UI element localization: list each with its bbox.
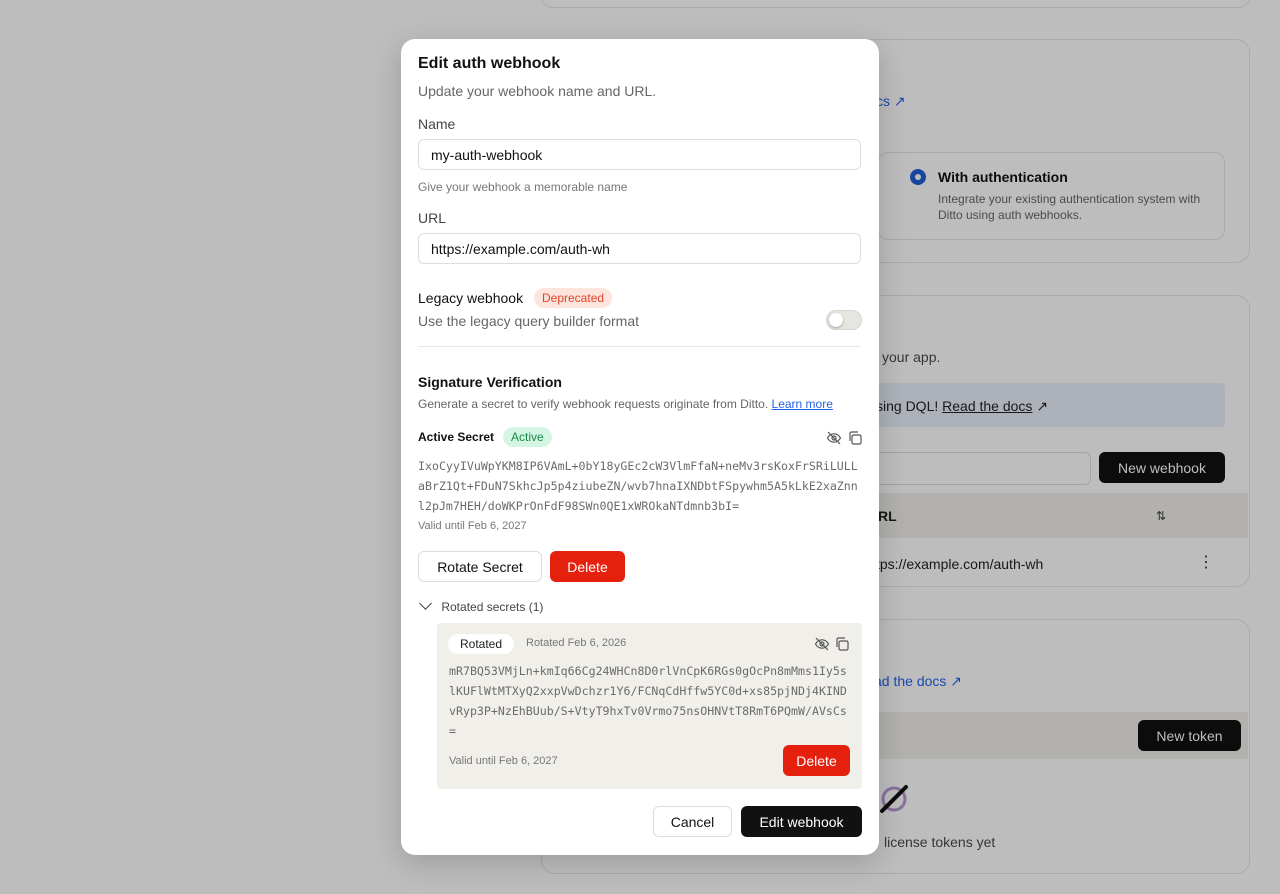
signature-desc-row: Generate a secret to verify webhook requ… bbox=[418, 397, 833, 411]
copy-icon[interactable] bbox=[847, 430, 863, 446]
delete-secret-button[interactable]: Delete bbox=[550, 551, 625, 582]
dialog-subtitle: Update your webhook name and URL. bbox=[418, 83, 657, 99]
rotated-secret-validity: Valid until Feb 6, 2027 bbox=[449, 755, 558, 767]
delete-rotated-secret-button[interactable]: Delete bbox=[783, 745, 850, 776]
active-badge: Active bbox=[503, 427, 552, 447]
active-secret-label: Active Secret bbox=[418, 430, 495, 444]
signature-description: Generate a secret to verify webhook requ… bbox=[418, 397, 769, 411]
edit-webhook-button[interactable]: Edit webhook bbox=[741, 806, 862, 837]
url-input[interactable] bbox=[418, 233, 861, 264]
name-label: Name bbox=[418, 116, 456, 132]
deprecated-badge: Deprecated bbox=[534, 288, 613, 308]
rotated-badge: Rotated bbox=[448, 634, 515, 654]
eye-off-icon[interactable] bbox=[814, 636, 830, 652]
dialog-title: Edit auth webhook bbox=[418, 55, 561, 72]
legacy-webhook-desc: Use the legacy query builder format bbox=[418, 313, 639, 329]
name-help-text: Give your webhook a memorable name bbox=[418, 180, 628, 194]
rotate-secret-button[interactable]: Rotate Secret bbox=[418, 551, 542, 582]
rotated-secrets-toggle[interactable]: Rotated secrets (1) bbox=[418, 597, 544, 614]
learn-more-link[interactable]: Learn more bbox=[772, 397, 833, 411]
rotated-secret-card: Rotated Rotated Feb 6, 2026 mR7BQ53VMjLn… bbox=[437, 623, 862, 789]
name-input[interactable] bbox=[418, 139, 861, 170]
legacy-webhook-toggle[interactable] bbox=[826, 310, 862, 330]
rotated-date: Rotated Feb 6, 2026 bbox=[526, 637, 627, 649]
url-label: URL bbox=[418, 210, 447, 226]
legacy-webhook-label: Legacy webhook bbox=[418, 290, 524, 306]
chevron-down-icon bbox=[419, 597, 432, 610]
rotated-secret-value: mR7BQ53VMjLn+kmIq66Cg24WHCn8D0rlVnCpK6RG… bbox=[449, 664, 847, 738]
signature-title: Signature Verification bbox=[418, 374, 562, 390]
toggle-knob bbox=[829, 313, 843, 327]
cancel-button[interactable]: Cancel bbox=[653, 806, 732, 837]
rotated-secrets-label: Rotated secrets (1) bbox=[441, 600, 544, 614]
copy-icon[interactable] bbox=[834, 636, 850, 652]
edit-webhook-dialog: Edit auth webhook Update your webhook na… bbox=[401, 39, 879, 855]
section-divider bbox=[418, 346, 861, 347]
active-secret-value: IxoCyyIVuWpYKM8IP6VAmL+0bY18yGEc2cW3VlmF… bbox=[418, 459, 858, 513]
active-secret-validity: Valid until Feb 6, 2027 bbox=[418, 520, 527, 532]
eye-off-icon[interactable] bbox=[826, 430, 842, 446]
